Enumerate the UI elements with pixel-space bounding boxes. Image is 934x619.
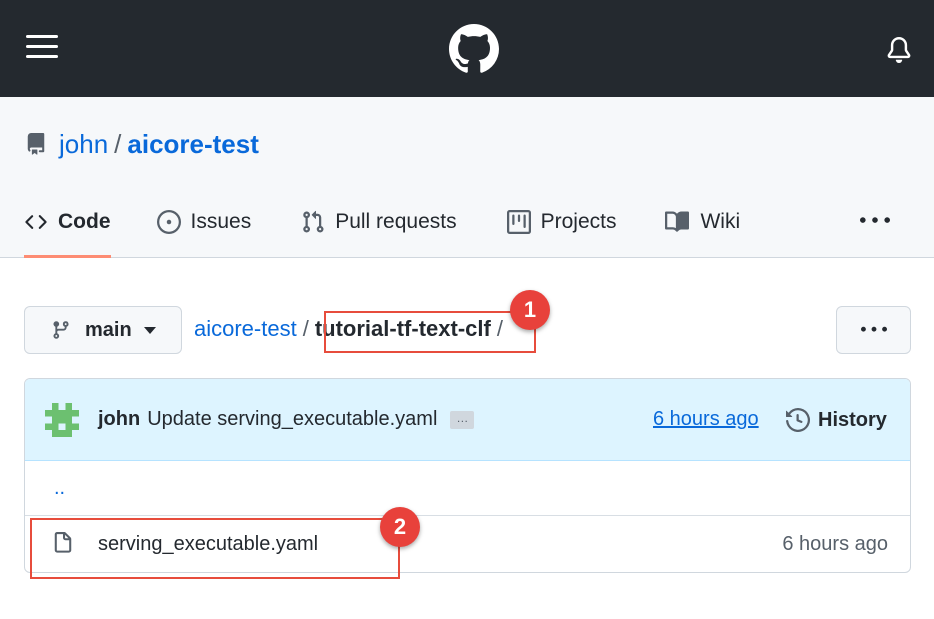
highlight-box-file (30, 518, 400, 579)
git-branch-icon (53, 321, 69, 339)
step-badge-2: 2 (380, 507, 420, 547)
commit-author[interactable]: john (98, 408, 140, 431)
tab-code-label: Code (58, 210, 111, 233)
more-options-button[interactable] (836, 306, 911, 354)
commit-time-link[interactable]: 6 hours ago (653, 408, 759, 431)
tab-wiki[interactable]: Wiki (664, 200, 740, 244)
commit-expand-button[interactable]: … (450, 410, 475, 429)
caret-down-icon (143, 326, 156, 334)
repo-nav-tabs: Code Issues Pull requests Projects Wiki (24, 200, 740, 258)
repo-title: john / aicore-test (25, 128, 259, 160)
file-age: 6 hours ago (782, 533, 888, 555)
repo-name-link[interactable]: aicore-test (127, 129, 259, 160)
tab-projects[interactable]: Projects (506, 200, 617, 244)
tab-projects-label: Projects (540, 210, 617, 233)
history-label: History (818, 408, 887, 431)
bell-icon[interactable] (886, 36, 912, 64)
history-icon (786, 408, 810, 432)
book-icon (665, 211, 690, 232)
commit-message[interactable]: Update serving_executable.yaml (147, 408, 437, 431)
parent-directory-row[interactable]: .. (25, 461, 910, 516)
issue-icon (156, 210, 181, 234)
branch-name: main (85, 318, 132, 341)
hamburger-icon[interactable] (26, 33, 58, 61)
github-mark-icon[interactable] (449, 24, 499, 74)
top-bar (0, 0, 934, 97)
highlight-box-folder (324, 311, 536, 353)
code-icon (25, 215, 47, 229)
parent-directory-link[interactable]: .. (54, 477, 65, 500)
latest-commit-row: john Update serving_executable.yaml … 6 … (25, 379, 910, 461)
avatar[interactable] (45, 403, 79, 437)
step-badge-1: 1 (510, 290, 550, 330)
tab-issues-label: Issues (190, 210, 252, 233)
kebab-horizontal-icon (860, 326, 887, 332)
tab-wiki-label: Wiki (700, 210, 741, 233)
project-icon (506, 210, 531, 234)
breadcrumb-root-link[interactable]: aicore-test (194, 316, 297, 342)
repo-separator: / (114, 128, 122, 159)
tab-pull-requests[interactable]: Pull requests (301, 200, 457, 244)
pull-request-icon (303, 210, 324, 233)
commit-summary: john Update serving_executable.yaml … (98, 408, 475, 431)
tab-issues[interactable]: Issues (156, 200, 252, 244)
repo-icon (27, 133, 45, 155)
tab-pull-requests-label: Pull requests (335, 210, 457, 233)
breadcrumb-separator: / (302, 316, 309, 341)
repo-owner-link[interactable]: john (59, 129, 108, 160)
kebab-horizontal-icon[interactable] (860, 206, 890, 236)
history-button[interactable]: History (786, 408, 887, 432)
tab-code[interactable]: Code (24, 200, 111, 258)
branch-select-button[interactable]: main (24, 306, 182, 354)
